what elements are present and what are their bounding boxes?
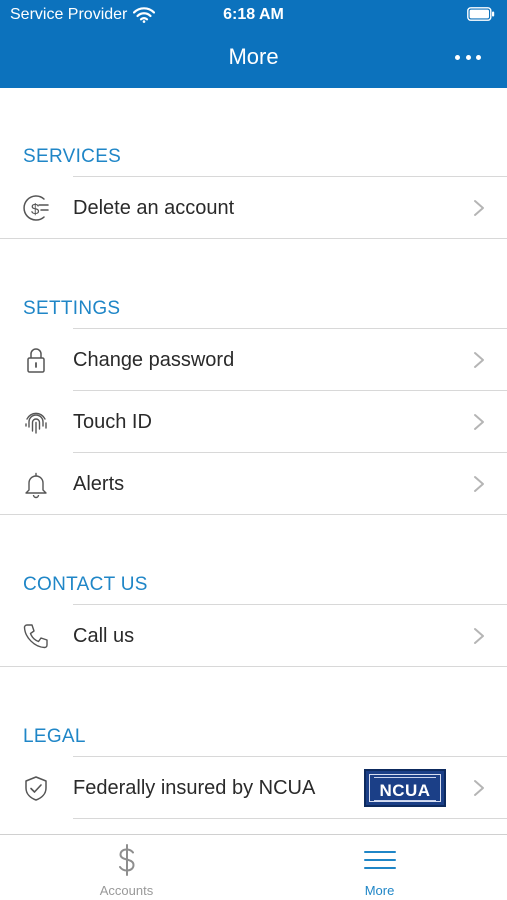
menu-item-label: Delete an account: [73, 197, 235, 219]
chevron-right-icon: [474, 780, 484, 796]
divider: [0, 514, 507, 515]
menu-item-label: Call us: [73, 625, 135, 647]
section-title-services: SERVICES: [23, 146, 122, 167]
dollar-circle-icon: $: [23, 195, 49, 221]
menu-item-label: Federally insured by NCUA: [73, 777, 316, 799]
menu-item-alerts[interactable]: Alerts: [0, 453, 507, 515]
app-header: Service Provider 6:18 AM More: [0, 0, 507, 88]
phone-icon: [23, 624, 48, 649]
chevron-right-icon: [474, 352, 484, 368]
page-title: More: [228, 44, 279, 69]
divider: [0, 666, 507, 667]
ncua-logo-text: NCUA: [379, 781, 431, 800]
tab-bar: Accounts More: [0, 834, 507, 900]
lock-icon: [27, 348, 45, 373]
menu-item-touch-id[interactable]: Touch ID: [0, 391, 507, 453]
battery-icon: [467, 7, 495, 21]
tab-accounts[interactable]: Accounts: [0, 835, 253, 900]
menu-item-label: Change password: [73, 349, 235, 371]
tab-more[interactable]: More: [253, 835, 506, 900]
tab-label: Accounts: [99, 883, 154, 898]
fingerprint-icon: [25, 412, 47, 434]
shield-check-icon: [25, 776, 47, 801]
svg-text:$: $: [31, 201, 40, 218]
chevron-right-icon: [474, 476, 484, 492]
wifi-icon: [133, 7, 156, 23]
section-title-settings: SETTINGS: [23, 298, 121, 319]
logo-fine-print: [374, 777, 436, 778]
dot-icon: [476, 54, 481, 60]
menu-item-label: Alerts: [73, 473, 125, 495]
divider: [73, 818, 507, 819]
chevron-right-icon: [474, 628, 484, 644]
bell-icon: [25, 472, 47, 499]
divider: [0, 238, 507, 239]
tab-label: More: [364, 883, 395, 898]
more-menu-list: SERVICES $ Delete an account SETTINGS Ch…: [0, 88, 507, 834]
section-title-contact: CONTACT US: [23, 574, 148, 595]
menu-item-change-password[interactable]: Change password: [0, 329, 507, 391]
dollar-icon: [118, 844, 135, 876]
carrier-name: Service Provider: [10, 6, 128, 23]
chevron-right-icon: [474, 200, 484, 216]
ncua-logo: NCUA: [364, 769, 446, 807]
menu-item-call-us[interactable]: Call us: [0, 605, 507, 667]
menu-item-ncua[interactable]: Federally insured by NCUA NCUA: [0, 757, 507, 819]
dot-icon: [455, 54, 460, 60]
section-title-legal: LEGAL: [23, 726, 86, 747]
chevron-right-icon: [474, 414, 484, 430]
logo-fine-print: [374, 800, 436, 801]
dot-icon: [465, 54, 471, 60]
status-bar: Service Provider 6:18 AM: [0, 0, 507, 30]
menu-item-label: Touch ID: [73, 411, 152, 433]
hamburger-menu-icon: [363, 851, 396, 869]
menu-item-delete-account[interactable]: $ Delete an account: [0, 177, 507, 239]
more-options-button[interactable]: [455, 50, 481, 64]
carrier-info: Service Provider: [10, 6, 156, 24]
